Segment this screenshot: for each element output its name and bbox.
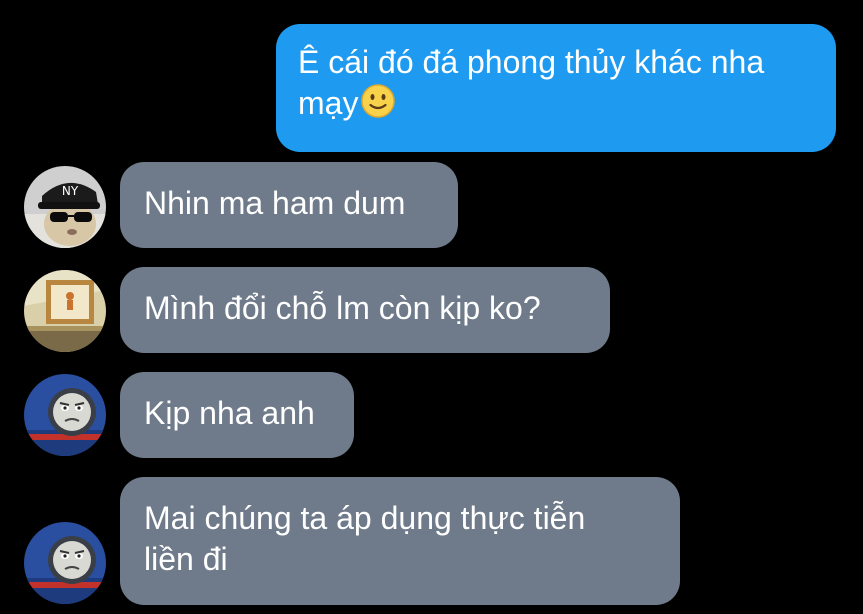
- incoming-message-bubble[interactable]: Nhin ma ham dum: [120, 162, 458, 248]
- message-text-line: liền đi: [144, 541, 228, 577]
- framed-picture-room-avatar[interactable]: [24, 270, 106, 352]
- svg-text:NY: NY: [62, 184, 79, 198]
- incoming-message-bubble[interactable]: Mình đổi chỗ lm còn kịp ko?: [120, 267, 610, 353]
- grumpy-train-face-avatar[interactable]: [24, 522, 106, 604]
- outgoing-message-bubble[interactable]: Ê cái đó đá phong thủy khác nha mạy: [276, 24, 836, 152]
- message-text-line: Mai chúng ta áp dụng thực tiễn: [144, 500, 586, 536]
- slightly-smiling-face-emoji-icon: [360, 83, 396, 129]
- message-text-line: Mình đổi chỗ lm còn kịp ko?: [144, 290, 541, 326]
- message-text-fragment: mạy: [298, 85, 359, 121]
- grumpy-train-face-avatar[interactable]: [24, 374, 106, 456]
- incoming-message-bubble[interactable]: Mai chúng ta áp dụng thực tiễn liền đi: [120, 477, 680, 605]
- message-text-line: Kịp nha anh: [144, 395, 315, 431]
- message-text-line: mạy: [298, 83, 812, 129]
- message-text-line: Ê cái đó đá phong thủy khác nha: [298, 44, 765, 80]
- cat-sunglasses-ny-cap-avatar[interactable]: NY: [24, 166, 106, 248]
- incoming-message-bubble[interactable]: Kịp nha anh: [120, 372, 354, 458]
- message-text-line: Nhin ma ham dum: [144, 185, 406, 221]
